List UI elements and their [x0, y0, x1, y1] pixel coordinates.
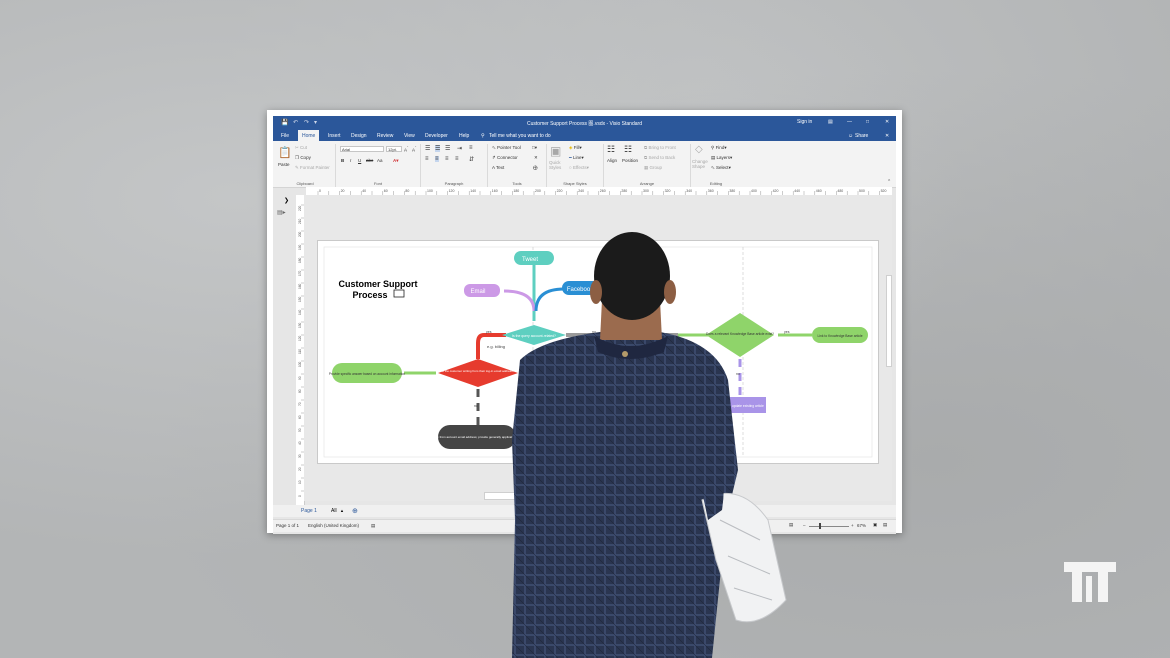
head [594, 232, 670, 320]
ear-right [664, 280, 676, 304]
collar-button [622, 351, 628, 357]
ear-left [590, 280, 602, 304]
brand-logo [1064, 562, 1116, 602]
person-illustration [512, 232, 787, 658]
